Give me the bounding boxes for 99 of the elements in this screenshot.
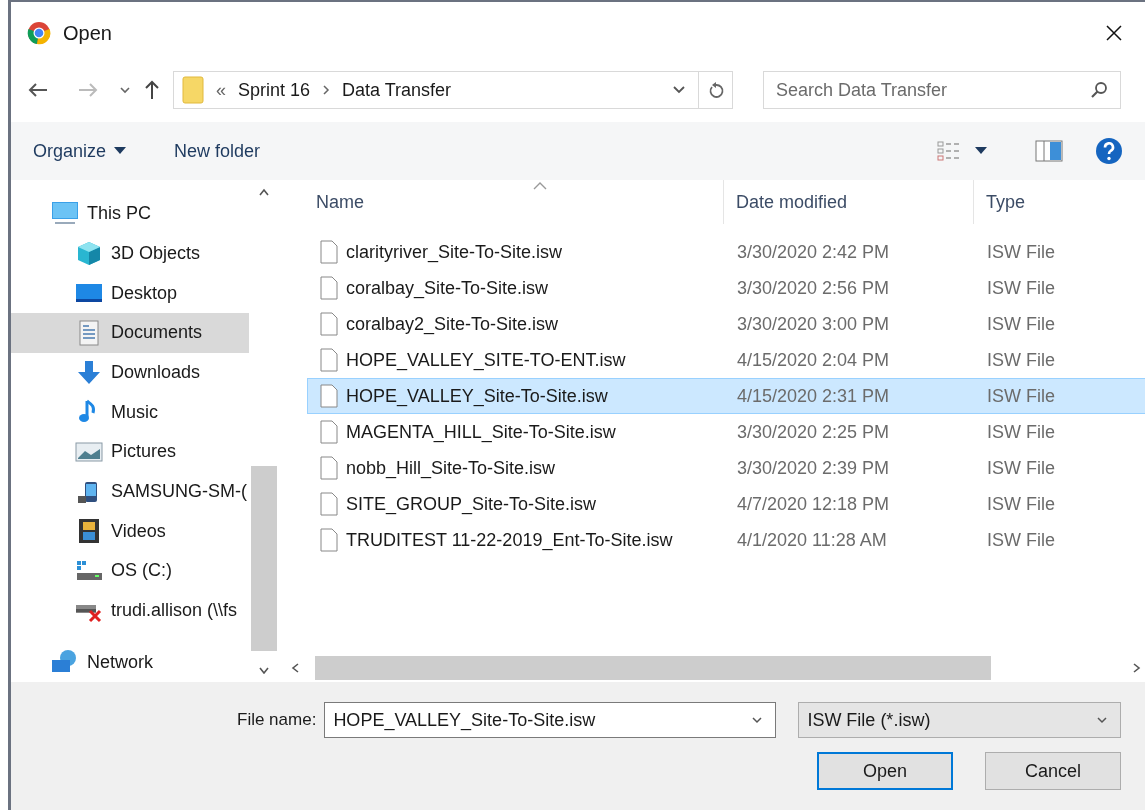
search-input[interactable]: Search Data Transfer (776, 76, 1090, 104)
file-name: MAGENTA_HILL_Site-To-Site.isw (346, 420, 616, 445)
dropdown-arrow-icon[interactable] (975, 147, 987, 155)
close-icon (1105, 24, 1123, 42)
chevron-down-icon (751, 716, 764, 724)
window-title: Open (63, 21, 112, 46)
chevron-down-icon[interactable] (672, 85, 686, 95)
file-name: SITE_GROUP_Site-To-Site.isw (346, 492, 597, 517)
column-header[interactable]: Date modified (724, 180, 974, 224)
file-type-dropdown[interactable]: ISW File (*.isw) (798, 702, 1121, 738)
file-row[interactable]: SITE_GROUP_Site-To-Site.isw 4/7/2020 12:18 PM ISW File (307, 486, 1145, 522)
file-type: ISW File (986, 528, 1055, 552)
file-name-field[interactable]: HOPE_VALLEY_Site-To-Site.isw (324, 702, 777, 738)
file-type: ISW File (986, 384, 1055, 408)
scroll-left-icon[interactable] (291, 662, 299, 674)
file-row[interactable]: coralbay2_Site-To-Site.isw 3/30/2020 3:00 PM ISW File (307, 306, 1145, 342)
file-icon (320, 528, 338, 552)
date-modified: 3/30/2020 2:42 PM (736, 240, 891, 264)
breadcrumb[interactable]: Sprint 16 (238, 76, 311, 104)
date-modified: 4/15/2020 2:04 PM (736, 348, 891, 372)
breadcrumb[interactable]: Data Transfer (342, 76, 452, 104)
file-row[interactable]: coralbay_Site-To-Site.isw 3/30/2020 2:56 PM ISW File (307, 270, 1145, 306)
search-icon (1090, 81, 1108, 99)
file-type: ISW File (986, 492, 1055, 516)
file-name-input[interactable]: HOPE_VALLEY_Site-To-Site.isw (333, 706, 752, 734)
nav-item[interactable]: Downloads (11, 352, 249, 393)
nav-item[interactable]: Network (11, 642, 249, 683)
organize-menu-button[interactable]: Organize (33, 137, 127, 165)
nav-item[interactable]: Pictures (11, 432, 249, 472)
file-name-label: File name: (237, 709, 317, 732)
file-row[interactable]: MAGENTA_HILL_Site-To-Site.isw 3/30/2020 2:25 PM ISW File (307, 414, 1145, 450)
chevron-down-icon (1096, 716, 1108, 724)
search-field[interactable]: Search Data Transfer (763, 71, 1121, 109)
file-name: HOPE_VALLEY_SITE-TO-ENT.isw (346, 348, 626, 373)
file-type: ISW File (986, 456, 1055, 480)
file-name: coralbay_Site-To-Site.isw (346, 276, 549, 301)
nav-item[interactable]: trudi.allison (\\fs (11, 590, 249, 631)
scrollbar-thumb[interactable] (315, 656, 991, 680)
nav-item[interactable]: Documents (11, 313, 249, 353)
file-row[interactable]: HOPE_VALLEY_Site-To-Site.isw 4/15/2020 2:31 PM ISW File (307, 378, 1145, 414)
file-name: coralbay2_Site-To-Site.isw (346, 312, 559, 337)
back-arrow-icon[interactable] (27, 81, 49, 99)
file-name: HOPE_VALLEY_Site-To-Site.isw (346, 384, 608, 409)
scroll-right-icon[interactable] (1133, 662, 1141, 674)
nav-item[interactable]: Music (11, 392, 249, 433)
nav-item[interactable]: OS (C:) (11, 551, 249, 591)
nav-item[interactable]: This PC (11, 194, 249, 234)
nav-item[interactable]: Desktop (11, 273, 249, 313)
overflow-chevron[interactable]: « (216, 76, 226, 104)
column-header[interactable]: Name (279, 180, 724, 224)
file-name: clarityriver_Site-To-Site.isw (346, 240, 563, 265)
scrollbar-thumb[interactable] (251, 466, 277, 651)
sort-caret-icon (533, 182, 547, 190)
address-bar[interactable]: « Sprint 16 Data Transfer (173, 71, 733, 109)
date-modified: 4/7/2020 12:18 PM (736, 492, 891, 516)
dialog-button[interactable]: Cancel (985, 752, 1121, 790)
file-type: ISW File (986, 420, 1055, 444)
dropdown-arrow-icon (114, 147, 127, 155)
file-row[interactable]: clarityriver_Site-To-Site.isw 3/30/2020 2:42 PM ISW File (307, 234, 1145, 270)
date-modified: 3/30/2020 2:39 PM (736, 456, 891, 480)
nav-item[interactable]: SAMSUNG-SM-( (11, 471, 249, 512)
file-type: ISW File (986, 240, 1055, 264)
nav-item[interactable]: Videos (11, 511, 249, 552)
file-icon (320, 348, 338, 372)
file-icon (320, 456, 338, 480)
preview-pane-icon[interactable] (1035, 140, 1063, 162)
date-modified: 4/15/2020 2:31 PM (736, 384, 891, 408)
chevron-down-icon[interactable] (119, 86, 131, 94)
file-type: ISW File (986, 348, 1055, 372)
date-modified: 3/30/2020 2:25 PM (736, 420, 891, 444)
up-arrow-icon[interactable] (143, 79, 161, 101)
file-row[interactable]: nobb_Hill_Site-To-Site.isw 3/30/2020 2:39 PM ISW File (307, 450, 1145, 486)
new-folder-button[interactable]: New folder (174, 137, 261, 165)
file-icon (320, 312, 338, 336)
file-name: TRUDITEST 11-22-2019_Ent-To-Site.isw (346, 528, 673, 553)
date-modified: 3/30/2020 2:56 PM (736, 276, 891, 300)
column-header[interactable]: Type (974, 180, 1114, 224)
file-icon (320, 420, 338, 444)
file-icon (320, 492, 338, 516)
scroll-up-icon[interactable] (258, 188, 270, 196)
cube-icon (75, 239, 103, 268)
chevron-right-icon (322, 85, 331, 95)
browser-logo-icon (27, 21, 51, 45)
file-type: ISW File (986, 312, 1055, 336)
nav-item[interactable]: 3D Objects (11, 233, 249, 274)
date-modified: 3/30/2020 3:00 PM (736, 312, 891, 336)
dialog-button[interactable]: Open (817, 752, 953, 790)
file-name: nobb_Hill_Site-To-Site.isw (346, 456, 556, 481)
file-icon (320, 240, 338, 264)
refresh-icon[interactable] (707, 81, 724, 99)
date-modified: 4/1/2020 11:28 AM (736, 528, 888, 552)
file-type: ISW File (986, 276, 1055, 300)
folder-icon (182, 76, 204, 104)
file-row[interactable]: TRUDITEST 11-22-2019_Ent-To-Site.isw 4/1/2020 11:28 AM ISW File (307, 522, 1145, 558)
file-icon (320, 276, 338, 300)
file-row[interactable]: HOPE_VALLEY_SITE-TO-ENT.isw 4/15/2020 2:04 PM ISW File (307, 342, 1145, 378)
help-icon[interactable] (1095, 137, 1123, 165)
file-icon (320, 384, 338, 408)
scroll-down-icon[interactable] (258, 666, 270, 674)
